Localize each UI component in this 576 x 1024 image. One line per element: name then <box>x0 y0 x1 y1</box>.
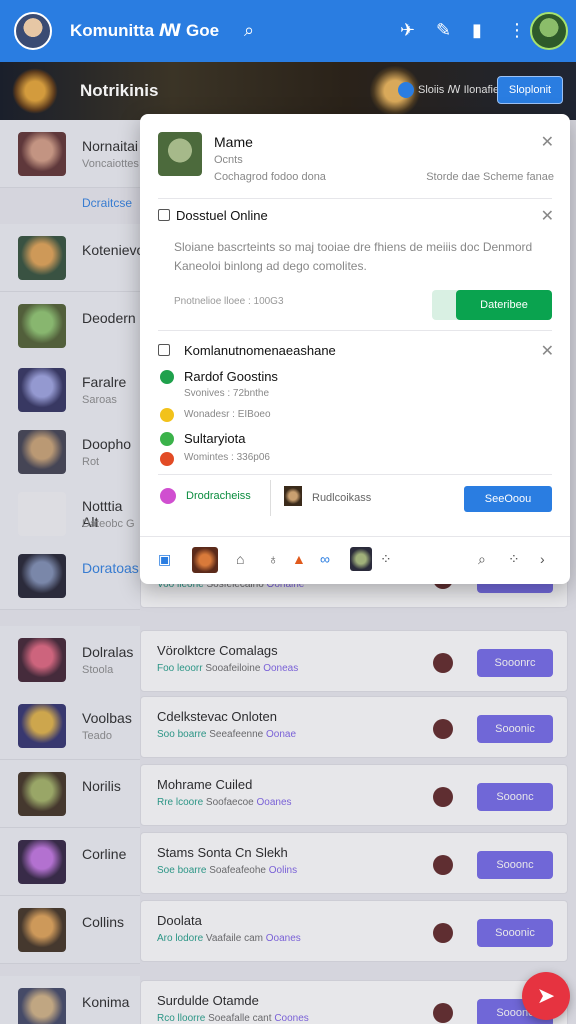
star-icon <box>160 408 174 422</box>
fire-icon[interactable]: ▲ <box>292 551 306 567</box>
divider <box>158 330 552 331</box>
popup-subtitle: Ocnts <box>214 154 243 166</box>
footer-mid-label: Rudlcoikass <box>312 492 372 504</box>
search-icon[interactable]: ⌕ <box>244 20 254 41</box>
popup-meta-right: Storde dae Scheme fanae <box>426 171 554 183</box>
banner-art <box>12 68 58 114</box>
status-icon <box>398 82 414 98</box>
bag-icon[interactable]: ⌂ <box>236 551 244 567</box>
search-icon[interactable]: ⌕ <box>478 551 486 568</box>
divider <box>270 480 271 516</box>
link-icon[interactable]: ∞ <box>320 551 330 567</box>
clover-icon <box>160 432 174 446</box>
item-sub: Womintes : 336p06 <box>184 452 270 463</box>
close-icon[interactable]: ✕ <box>541 341 554 361</box>
chevron-right-icon[interactable]: › <box>540 551 545 567</box>
item-sub: Wonadesr : EIBoeo <box>184 409 271 420</box>
pin-icon[interactable]: ✈ <box>400 20 415 41</box>
join-button[interactable]: Dateribee <box>456 290 552 320</box>
compose-fab[interactable]: ➤ <box>522 972 570 1020</box>
bookmark-icon[interactable]: ▮ <box>472 20 482 41</box>
user-avatar[interactable] <box>14 12 52 50</box>
location-icon <box>160 370 174 384</box>
banner-title: Notrikinis <box>80 81 159 100</box>
profile-avatar[interactable] <box>530 12 568 50</box>
chat-icon <box>158 209 170 221</box>
popup-meta: Cochagrod fodoo dona <box>214 171 326 183</box>
tag-icon <box>160 488 176 504</box>
item-title: Rardof Goostins <box>184 369 278 384</box>
section-description: Sloiane bascrteints so maj tooiae dre fh… <box>174 240 533 273</box>
section-meta: Pnotnelioe lloee : 100G3 <box>174 296 284 307</box>
ring-icon[interactable]: ♁ <box>268 551 279 567</box>
banner-status: Sloiis ꟿ Ilonafie <box>418 84 500 96</box>
grid-icon[interactable]: ⁘ <box>380 551 392 568</box>
banner-button[interactable]: Sloplonit <box>497 76 563 104</box>
avatar-icon[interactable] <box>350 547 372 571</box>
window-icon[interactable]: ▣ <box>158 551 171 568</box>
top-app-bar: Komunitta ꟿ Goe ⌕ ✈ ✎ ▮ ⋮ <box>0 0 576 62</box>
flame-icon <box>160 452 174 466</box>
footer-button[interactable]: SeeOoou <box>464 486 552 512</box>
popup-avatar <box>158 132 202 176</box>
mail-icon <box>158 344 170 356</box>
item-title: Sultaryiota <box>184 431 246 446</box>
settings-icon[interactable]: ⁘ <box>508 551 520 568</box>
footer-thumbnail <box>284 486 302 506</box>
divider <box>158 198 552 199</box>
popup-toolbar: ▣ ⌂ ♁ ▲ ∞ ⁘ ⌕ ⁘ › <box>140 536 570 584</box>
divider <box>158 474 552 475</box>
more-icon[interactable]: ⋮ <box>508 20 526 41</box>
section-title: Komlanutnomenaeashane <box>184 343 336 358</box>
close-icon[interactable]: ✕ <box>541 206 554 226</box>
game-thumb-icon[interactable] <box>192 547 218 573</box>
app-title: Komunitta ꟿ Goe <box>70 21 220 40</box>
footer-label[interactable]: Drodracheiss <box>186 490 251 502</box>
item-sub: Svonives : 72bnthe <box>184 388 270 399</box>
close-icon[interactable]: ✕ <box>541 132 554 152</box>
section-title: Dosstuel Online <box>176 208 268 223</box>
community-popup: Mame Ocnts Cochagrod fodoo dona Storde d… <box>140 114 570 584</box>
popup-name: Mame <box>214 134 253 150</box>
edit-icon[interactable]: ✎ <box>436 20 451 41</box>
